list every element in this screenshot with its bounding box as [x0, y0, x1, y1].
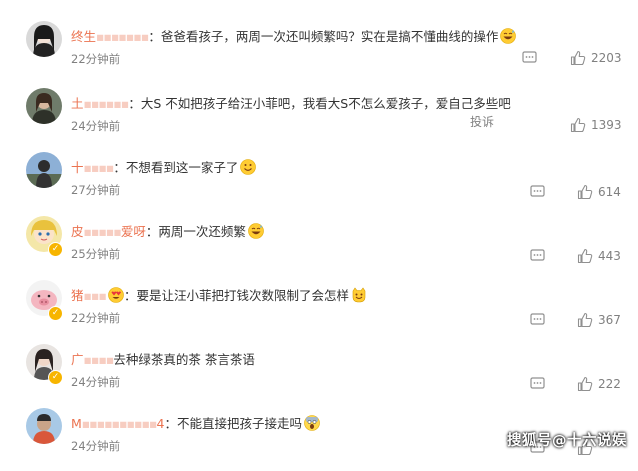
like-count: 2203	[591, 51, 622, 65]
comment-item: 土▪▪▪▪▪▪：大S 不如把孩子给汪小菲吧，我看大S不怎么爱孩子，爱自己多些吧 2…	[0, 88, 638, 151]
comment-icon	[530, 377, 545, 391]
like-count: 1393	[591, 118, 622, 132]
thumbs-up-icon	[577, 248, 593, 264]
comment-actions: 614	[0, 152, 638, 215]
comment-actions: 443	[0, 216, 638, 279]
like-button[interactable]: 2203	[570, 50, 622, 66]
reply-button[interactable]	[522, 51, 537, 65]
comment-icon	[530, 313, 545, 327]
comment-actions: 367	[0, 280, 638, 343]
thumbs-up-icon	[570, 117, 586, 133]
reply-button[interactable]	[530, 377, 545, 391]
comment-icon	[530, 185, 545, 199]
comment-actions: 222	[0, 344, 638, 407]
like-count: 614	[598, 185, 621, 199]
comment-item: ✓ 皮▪▪▪▪▪爱呀：两周一次还频繁 25分钟前 443	[0, 216, 638, 279]
thumbs-up-icon	[577, 376, 593, 392]
like-count: 443	[598, 249, 621, 263]
comment-item: 终生▪▪▪▪▪▪▪：爸爸看孩子，两周一次还叫频繁吗？实在是搞不懂曲线的操作 22分…	[0, 21, 638, 84]
comment-item: 十▪▪▪▪：不想看到这一家子了 27分钟前 614	[0, 152, 638, 215]
reply-button[interactable]	[530, 185, 545, 199]
comment-actions: 投诉 1393	[0, 88, 638, 151]
comment-item: ✓ 广▪▪▪▪去种绿茶真的茶 茶言茶语 24分钟前 222	[0, 344, 638, 407]
thumbs-up-icon	[577, 184, 593, 200]
reply-button[interactable]	[530, 313, 545, 327]
reply-button[interactable]	[530, 249, 545, 263]
thumbs-up-icon	[570, 50, 586, 66]
like-button[interactable]: 443	[577, 248, 621, 264]
comment-icon	[522, 51, 537, 65]
comment-item: ✓ 猪▪▪▪ ：要是让汪小菲把打钱次数限制了会怎样 22分钟前 367	[0, 280, 638, 343]
like-button[interactable]: 222	[577, 376, 621, 392]
comment-icon	[530, 249, 545, 263]
comment-actions: 2203	[0, 21, 638, 84]
report-button[interactable]: 投诉	[470, 113, 494, 130]
thumbs-up-icon	[577, 312, 593, 328]
like-count: 367	[598, 313, 621, 327]
like-button[interactable]: 367	[577, 312, 621, 328]
like-button[interactable]: 1393	[570, 117, 622, 133]
like-count: 222	[598, 377, 621, 391]
like-button[interactable]: 614	[577, 184, 621, 200]
watermark: 搜狐号@十六说娱	[507, 433, 627, 449]
